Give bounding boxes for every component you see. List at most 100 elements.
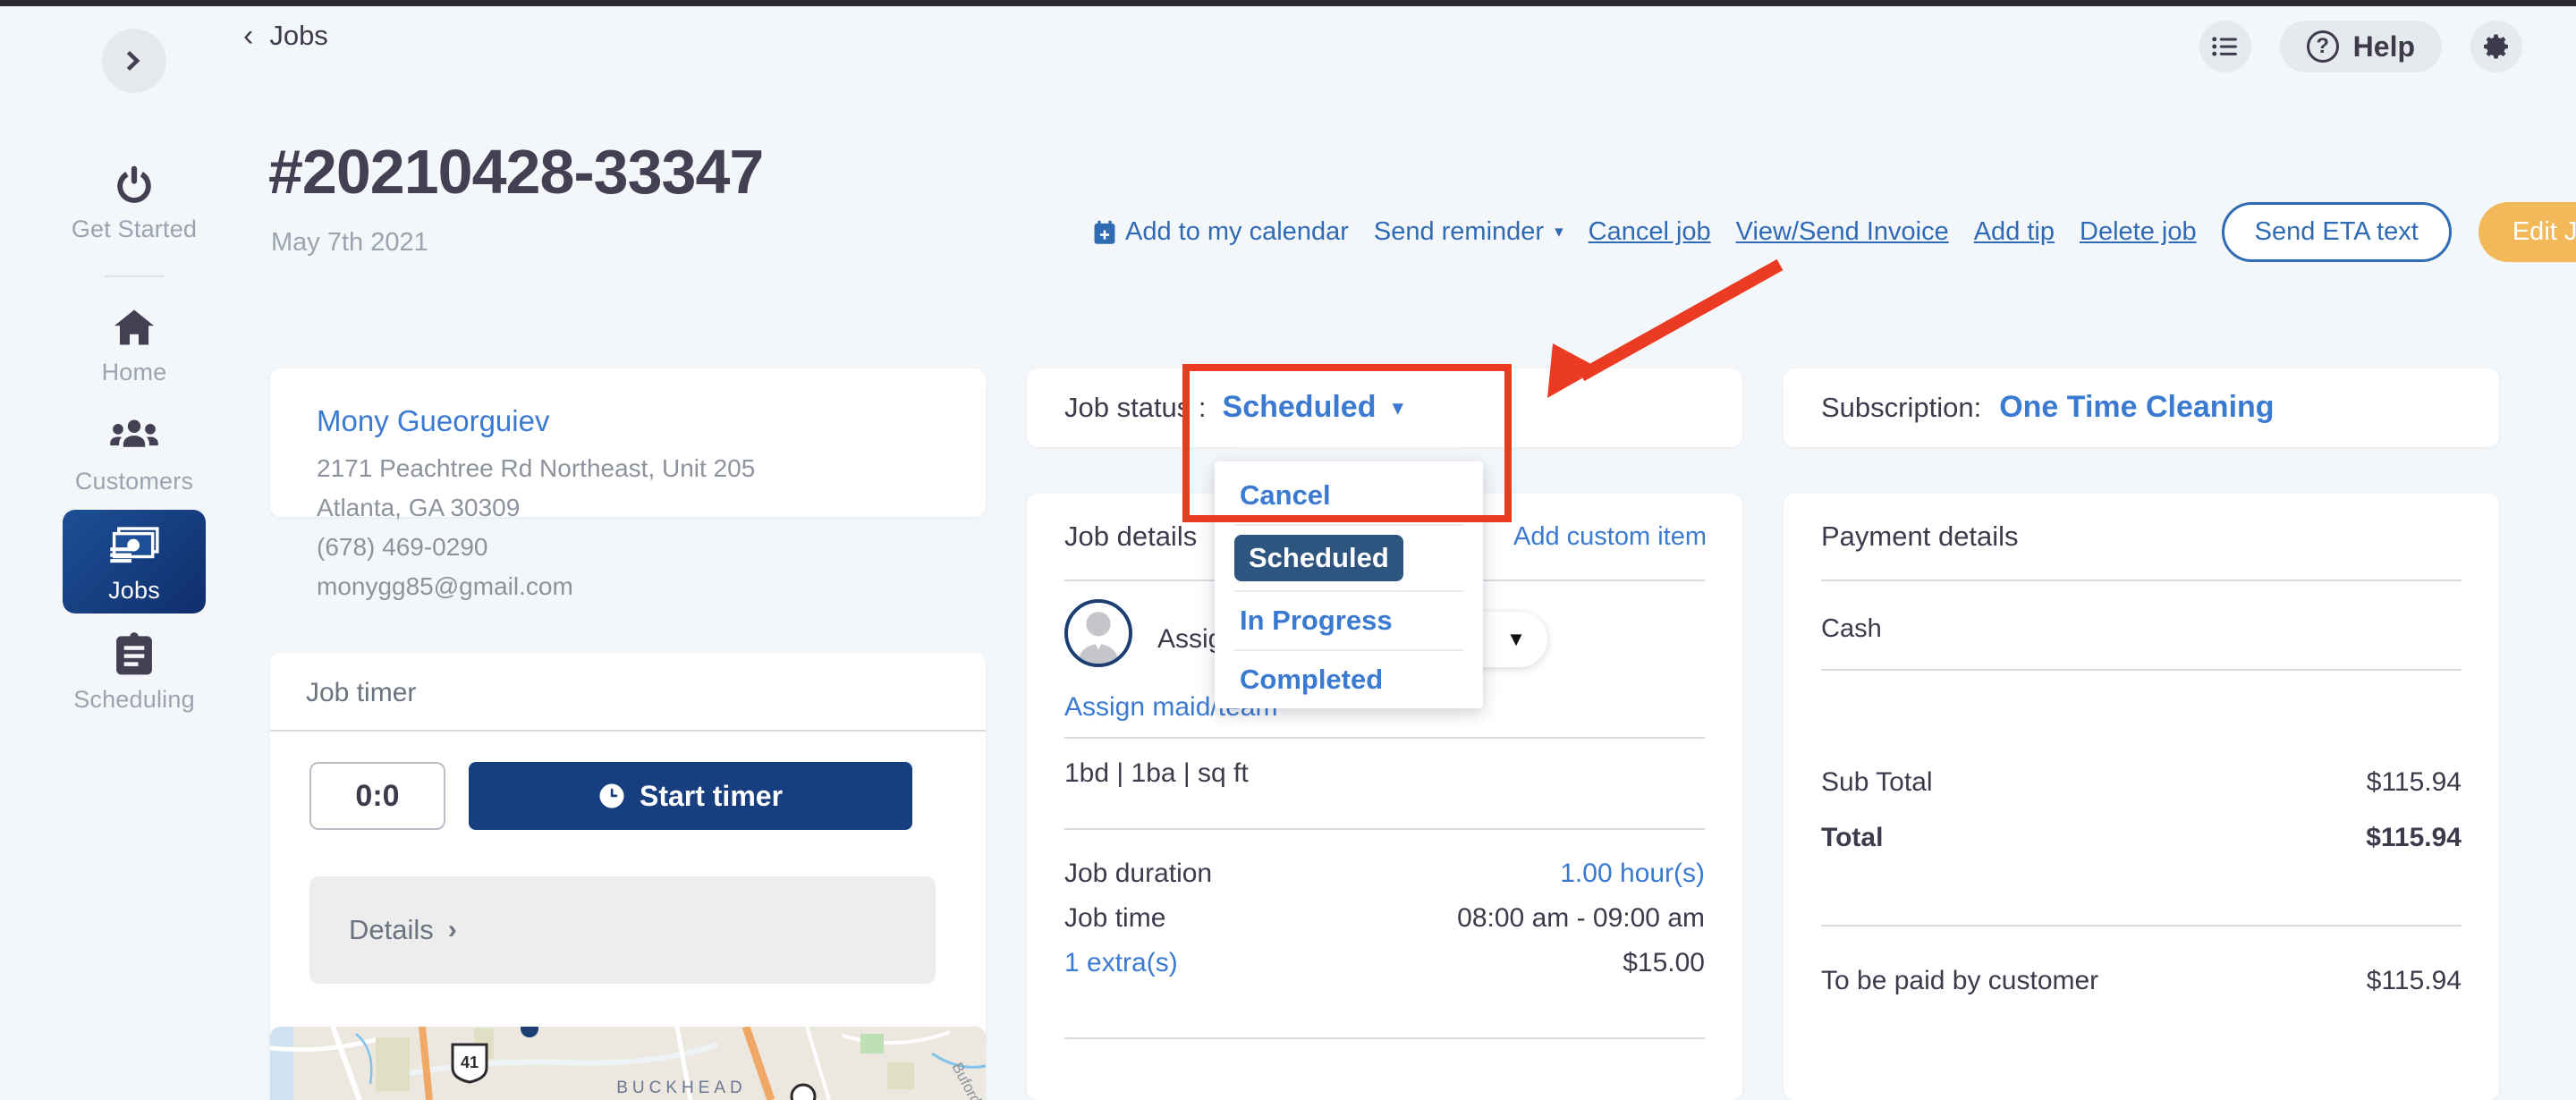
clock-icon — [599, 783, 624, 808]
add-custom-item-link[interactable]: Add custom item — [1513, 522, 1707, 552]
job-duration-value[interactable]: 1.00 hour(s) — [1560, 859, 1705, 889]
job-details-expander[interactable]: Details › — [309, 876, 936, 984]
customer-address-line2: Atlanta, GA 30309 — [317, 494, 521, 521]
sidebar-item-label: Scheduling — [73, 686, 195, 713]
home-icon — [111, 304, 157, 351]
add-to-calendar-label: Add to my calendar — [1125, 217, 1349, 246]
add-tip-link[interactable]: Add tip — [1974, 217, 2055, 247]
status-option-in-progress[interactable]: In Progress — [1215, 592, 1483, 649]
property-summary: 1bd | 1ba | sq ft — [1064, 758, 1249, 788]
subscription-value[interactable]: One Time Cleaning — [1999, 390, 2274, 425]
status-option-completed[interactable]: Completed — [1215, 651, 1483, 708]
clipboard-icon — [114, 631, 155, 678]
job-actions-bar: Add to my calendar Send reminder ▾ Cance… — [1093, 202, 2576, 262]
customer-address-line1: 2171 Peachtree Rd Northeast, Unit 205 — [317, 454, 756, 482]
send-eta-text-button[interactable]: Send ETA text — [2221, 202, 2452, 262]
chevron-right-icon: › — [447, 915, 457, 944]
divider — [1821, 925, 2462, 927]
start-timer-button[interactable]: Start timer — [469, 762, 912, 830]
chevron-down-icon: ▼ — [1506, 628, 1526, 650]
help-label: Help — [2352, 30, 2415, 63]
divider — [1064, 737, 1705, 739]
divider — [1064, 828, 1705, 830]
chevron-right-icon — [126, 50, 140, 72]
divider — [270, 730, 986, 732]
sub-total-label: Sub Total — [1821, 767, 1933, 797]
job-status-value[interactable]: Scheduled — [1223, 390, 1377, 425]
customer-email: monygg85@gmail.com — [317, 572, 573, 600]
status-option-scheduled[interactable]: Scheduled — [1215, 526, 1483, 590]
list-icon — [2211, 37, 2237, 56]
job-duration-label: Job duration — [1064, 859, 1213, 888]
settings-button[interactable] — [2470, 21, 2522, 72]
cancel-job-link[interactable]: Cancel job — [1589, 217, 1711, 247]
sidebar-item-get-started[interactable]: Get Started — [63, 148, 206, 252]
sub-total-row: Sub Total $115.94 — [1821, 767, 2462, 798]
power-icon — [112, 161, 157, 207]
sidebar-collapse-button[interactable] — [102, 29, 166, 93]
payment-details-card: Payment details Cash Sub Total $115.94 T… — [1784, 494, 2499, 1100]
sidebar-item-home[interactable]: Home — [63, 292, 206, 395]
subscription-label: Subscription: — [1821, 391, 1982, 423]
money-icon — [109, 522, 159, 569]
chevron-down-icon: ▾ — [1555, 223, 1563, 241]
job-status-dropdown-menu: Cancel Scheduled In Progress Completed — [1215, 461, 1483, 708]
sidebar-divider — [105, 275, 164, 277]
job-duration-row: Job duration 1.00 hour(s) — [1064, 859, 1705, 889]
job-status-card: Job status : Scheduled ▾ — [1027, 368, 1742, 447]
user-avatar-icon — [1077, 612, 1120, 664]
job-time-label: Job time — [1064, 903, 1166, 933]
page-title: #20210428-33347 — [268, 137, 764, 207]
customer-card: Mony Gueorguiev 2171 Peachtree Rd Northe… — [270, 368, 986, 600]
job-status-label: Job status : — [1064, 391, 1207, 423]
avatar — [1064, 599, 1132, 667]
divider — [1064, 1037, 1705, 1039]
job-extras-row: 1 extra(s) $15.00 — [1064, 948, 1705, 978]
help-button[interactable]: ? Help — [2279, 21, 2442, 72]
job-timer-heading: Job timer — [306, 678, 417, 707]
job-time-row: Job time 08:00 am - 09:00 am — [1064, 903, 1705, 934]
divider — [1821, 669, 2462, 671]
subscription-card: Subscription: One Time Cleaning — [1784, 368, 2499, 447]
people-icon — [110, 413, 158, 460]
job-details-title: Job details — [1064, 520, 1198, 552]
job-timer-card: Job timer 0:0 Start timer Details › — [270, 653, 986, 1046]
highway-shield-41: 41 — [451, 1043, 488, 1084]
location-map[interactable]: 41 BUCKHEAD Buford — [270, 1027, 986, 1100]
calendar-plus-icon — [1094, 220, 1115, 244]
breadcrumb[interactable]: ‹ Jobs — [243, 20, 328, 52]
job-status-row: Job status : Scheduled ▾ — [1064, 390, 1403, 425]
send-reminder-label: Send reminder — [1373, 217, 1545, 246]
sidebar: Get Started Home Customers Jobs Scheduli… — [0, 6, 268, 1100]
sidebar-item-jobs[interactable]: Jobs — [63, 510, 206, 613]
status-option-cancel[interactable]: Cancel — [1215, 467, 1483, 524]
svg-text:BUCKHEAD: BUCKHEAD — [616, 1079, 747, 1097]
to-be-paid-label: To be paid by customer — [1821, 966, 2099, 995]
job-detail-page: Get Started Home Customers Jobs Scheduli… — [0, 0, 2576, 1100]
add-to-calendar-link[interactable]: Add to my calendar — [1093, 217, 1349, 247]
chevron-left-icon: ‹ — [243, 19, 254, 53]
activity-list-button[interactable] — [2199, 21, 2251, 72]
sidebar-item-customers[interactable]: Customers — [63, 401, 206, 504]
sidebar-item-label: Jobs — [108, 577, 160, 604]
chevron-down-icon[interactable]: ▾ — [1392, 394, 1403, 421]
sidebar-item-label: Customers — [74, 468, 194, 495]
sidebar-item-label: Home — [101, 359, 167, 385]
svg-text:41: 41 — [461, 1053, 479, 1071]
start-timer-label: Start timer — [639, 779, 784, 812]
page-date: May 7th 2021 — [271, 228, 428, 257]
header-actions: ? Help — [2199, 21, 2522, 72]
to-be-paid-value: $115.94 — [2366, 966, 2462, 995]
customer-name-link[interactable]: Mony Gueorguiev — [317, 404, 549, 438]
delete-job-link[interactable]: Delete job — [2080, 217, 2197, 247]
job-extras-label[interactable]: 1 extra(s) — [1064, 948, 1178, 978]
payment-details-title: Payment details — [1821, 520, 2019, 552]
sub-total-value: $115.94 — [2366, 767, 2462, 797]
map-graphic: 41 BUCKHEAD Buford — [270, 1027, 986, 1100]
job-extras-value: $15.00 — [1623, 948, 1705, 977]
sidebar-item-scheduling[interactable]: Scheduling — [63, 619, 206, 723]
customer-phone: (678) 469-0290 — [317, 533, 488, 561]
edit-job-button[interactable]: Edit Job — [2478, 202, 2576, 262]
send-reminder-dropdown[interactable]: Send reminder ▾ — [1374, 217, 1563, 247]
view-send-invoice-link[interactable]: View/Send Invoice — [1736, 217, 1949, 247]
